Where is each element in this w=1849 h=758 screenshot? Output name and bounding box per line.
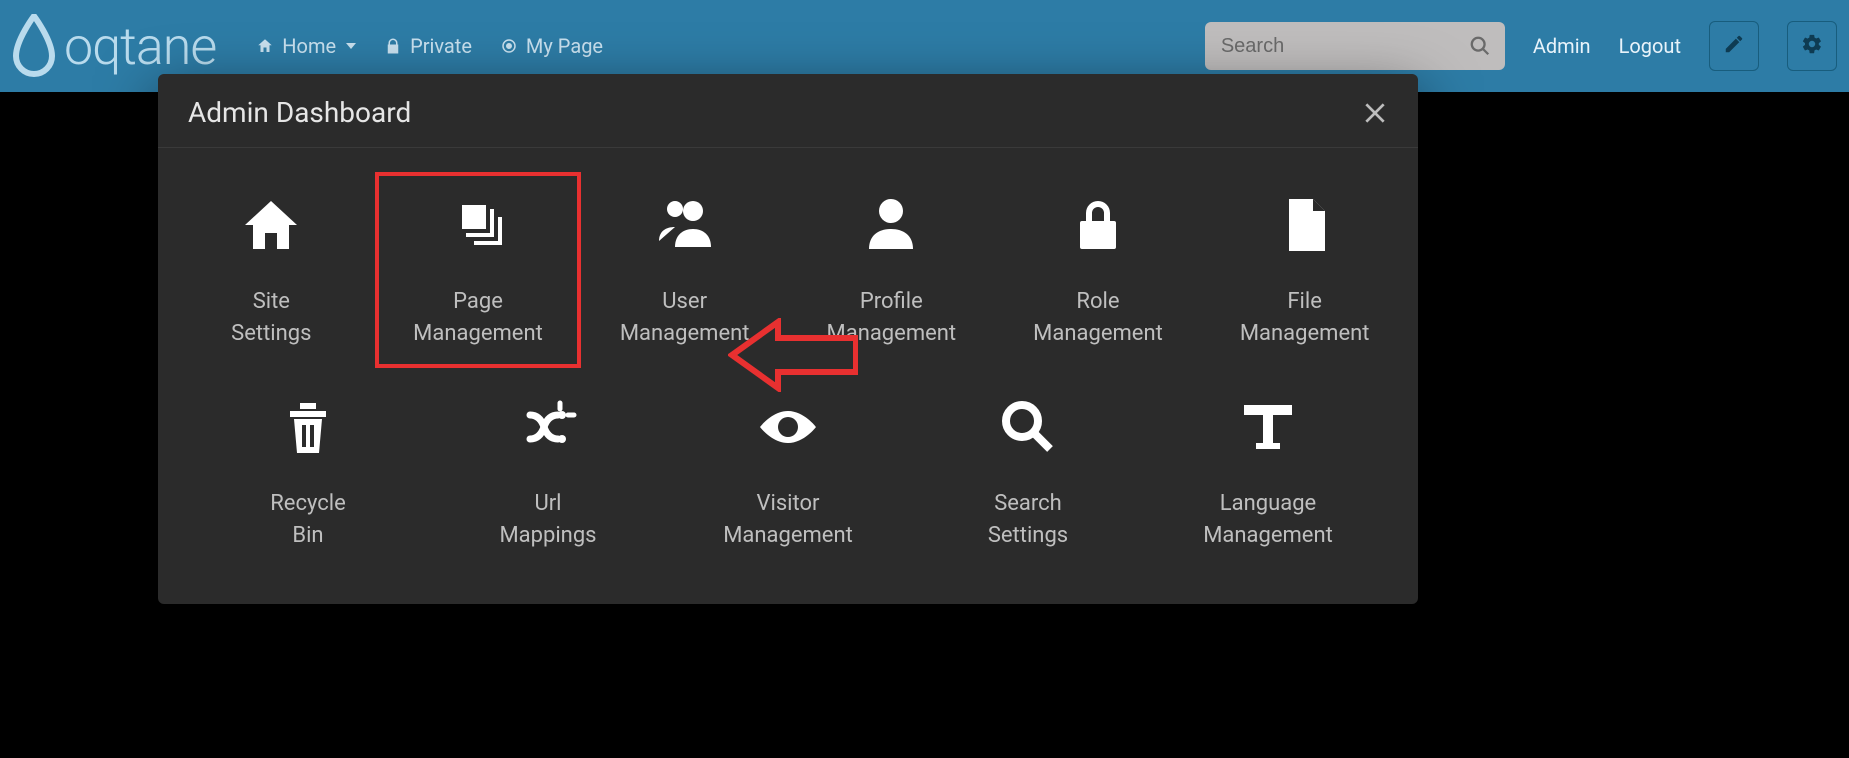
dashboard-grid-row1: Site Settings Page Management — [158, 148, 1418, 368]
dash-item-user-management[interactable]: User Management — [581, 172, 788, 368]
dash-item-file-management[interactable]: File Management — [1201, 172, 1408, 368]
chevron-down-icon — [346, 43, 356, 49]
edit-button[interactable] — [1709, 21, 1759, 71]
nav-item-label: Private — [410, 34, 472, 58]
brand-logo[interactable]: oqtane — [10, 14, 216, 78]
dash-item-url-mappings[interactable]: Url Mappings — [428, 374, 668, 570]
logout-link[interactable]: Logout — [1619, 34, 1681, 58]
brand-text: oqtane — [64, 16, 216, 77]
dashboard-grid-row2: Recycle Bin Url Mappings — [158, 368, 1418, 570]
dash-item-label: Role Management — [1033, 286, 1163, 350]
nav-right: Admin Logout — [1205, 21, 1837, 71]
trash-icon — [273, 392, 343, 462]
users-icon — [650, 190, 720, 260]
random-icon — [513, 392, 583, 462]
nav-item-private[interactable]: Private — [384, 34, 472, 58]
file-icon — [1270, 190, 1340, 260]
nav-item-home[interactable]: Home — [256, 34, 356, 58]
type-icon — [1233, 392, 1303, 462]
nav-item-mypage[interactable]: My Page — [500, 34, 603, 58]
nav-item-label: Home — [282, 34, 336, 58]
modal-title: Admin Dashboard — [188, 96, 411, 129]
dash-item-visitor-management[interactable]: Visitor Management — [668, 374, 908, 570]
person-icon — [856, 190, 926, 260]
home-solid-icon — [236, 190, 306, 260]
dash-item-site-settings[interactable]: Site Settings — [168, 172, 375, 368]
admin-dashboard-modal: Admin Dashboard Site Settings Page Manag — [158, 74, 1418, 604]
pencil-icon — [1723, 33, 1745, 59]
dash-item-role-management[interactable]: Role Management — [995, 172, 1202, 368]
home-icon — [256, 37, 274, 55]
dash-item-search-settings[interactable]: Search Settings — [908, 374, 1148, 570]
dash-item-recycle-bin[interactable]: Recycle Bin — [188, 374, 428, 570]
search-box — [1205, 22, 1505, 70]
brand-drop-icon — [10, 14, 58, 78]
close-button[interactable] — [1362, 100, 1388, 126]
lock-icon — [384, 37, 402, 55]
close-icon — [1362, 111, 1388, 130]
eye-icon — [753, 392, 823, 462]
dash-item-language-management[interactable]: Language Management — [1148, 374, 1388, 570]
settings-button[interactable] — [1787, 21, 1837, 71]
dash-item-label: Visitor Management — [723, 488, 853, 552]
modal-header: Admin Dashboard — [158, 74, 1418, 148]
dash-item-label: Profile Management — [827, 286, 957, 350]
dash-item-label: User Management — [620, 286, 750, 350]
layers-icon — [443, 190, 513, 260]
dash-item-label: File Management — [1240, 286, 1370, 350]
dash-item-label: Url Mappings — [499, 488, 596, 552]
nav-item-label: My Page — [526, 34, 603, 58]
lock-solid-icon — [1063, 190, 1133, 260]
admin-link[interactable]: Admin — [1533, 34, 1591, 58]
gear-icon — [1801, 33, 1823, 59]
dash-item-label: Language Management — [1203, 488, 1333, 552]
dash-item-label: Page Management — [413, 286, 543, 350]
dash-item-label: Recycle Bin — [270, 488, 346, 552]
dash-item-label: Search Settings — [988, 488, 1068, 552]
search-icon[interactable] — [1469, 35, 1491, 57]
search-icon — [993, 392, 1063, 462]
nav-links: Home Private My Page — [256, 34, 603, 58]
dash-item-label: Site Settings — [231, 286, 311, 350]
dash-item-profile-management[interactable]: Profile Management — [788, 172, 995, 368]
target-icon — [500, 37, 518, 55]
search-input[interactable] — [1205, 22, 1505, 70]
dash-item-page-management[interactable]: Page Management — [375, 172, 582, 368]
